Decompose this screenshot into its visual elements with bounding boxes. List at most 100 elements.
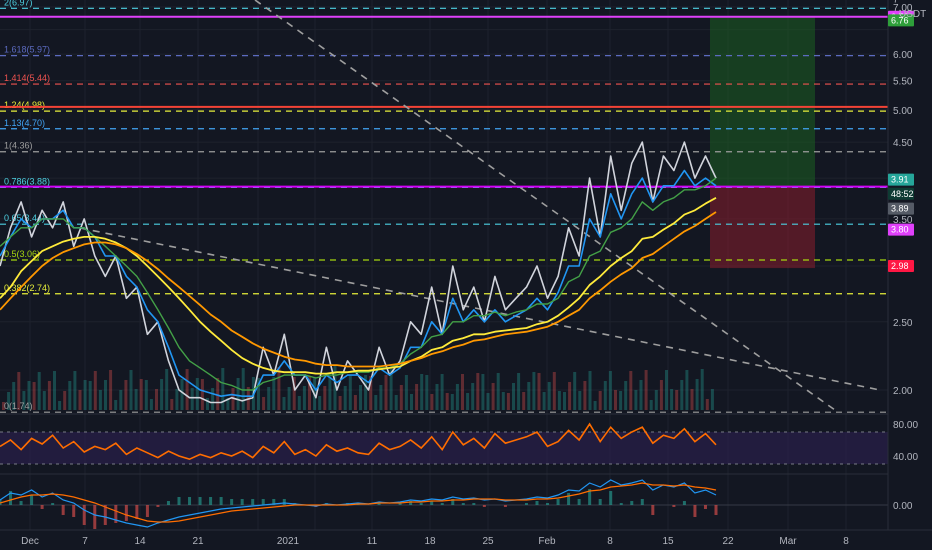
macd-histogram-bar xyxy=(693,505,697,517)
fib-level-label: 0(1.74) xyxy=(4,401,33,411)
y-tick-label: 4.50 xyxy=(893,138,913,149)
x-tick-label: Feb xyxy=(538,536,556,547)
volume-bar xyxy=(598,391,602,410)
volume-bar xyxy=(450,394,454,410)
volume-bar xyxy=(476,373,480,410)
macd-histogram-bar xyxy=(240,499,244,505)
volume-bar xyxy=(455,384,459,410)
volume-bar xyxy=(267,387,271,410)
volume-bar xyxy=(109,370,113,410)
volume-bar xyxy=(190,388,194,410)
y-tick-label: 2.00 xyxy=(893,386,913,397)
volume-bar xyxy=(262,397,266,410)
volume-bar xyxy=(63,391,67,410)
volume-bar xyxy=(659,380,663,410)
volume-bar xyxy=(119,390,123,410)
x-tick-label: 7 xyxy=(82,536,88,547)
macd-histogram-bar xyxy=(682,501,686,505)
price-chart[interactable]: 2.24(7.80)2(6.97)1.618(5.97)1.414(5.44)1… xyxy=(0,0,932,550)
volume-bar xyxy=(374,395,378,410)
volume-bar xyxy=(563,392,566,410)
fib-level-label: 1(4.36) xyxy=(4,141,33,151)
macd-histogram-bar xyxy=(282,499,286,505)
volume-bar xyxy=(236,378,240,410)
volume-bar xyxy=(619,391,623,410)
volume-bar xyxy=(98,390,102,410)
volume-bar xyxy=(557,391,561,410)
volume-bar xyxy=(654,390,658,410)
volume-bar xyxy=(461,374,464,410)
macd-histogram-bar xyxy=(40,505,44,509)
macd-histogram-bar xyxy=(156,505,160,507)
x-tick-label: Dec xyxy=(21,536,39,547)
volume-bar xyxy=(583,381,587,410)
macd-histogram-bar xyxy=(482,505,486,507)
volume-bar xyxy=(537,373,541,410)
macd-histogram-bar xyxy=(651,505,655,515)
volume-bar xyxy=(343,386,347,410)
price-badge-label: 3.89 xyxy=(891,204,909,214)
macd-histogram-bar xyxy=(188,497,192,505)
volume-bar xyxy=(323,386,327,410)
volume-bar xyxy=(710,389,714,410)
macd-histogram-bar xyxy=(609,491,613,505)
volume-bar xyxy=(53,371,56,410)
y-tick-label: 5.50 xyxy=(893,77,913,88)
volume-bar xyxy=(47,381,51,410)
volume-bar xyxy=(399,385,403,410)
currency-label[interactable]: USDT xyxy=(899,9,926,20)
x-tick-label: 25 xyxy=(482,536,494,547)
volume-bar xyxy=(496,373,500,410)
volume-bar xyxy=(277,367,281,410)
volume-bar xyxy=(338,396,342,410)
volume-bar xyxy=(297,396,301,410)
volume-bar xyxy=(165,369,169,410)
volume-bar xyxy=(149,399,153,410)
macd-histogram-bar xyxy=(198,497,202,505)
x-tick-label: 14 xyxy=(134,536,146,547)
volume-bar xyxy=(700,369,704,410)
macd-histogram-bar xyxy=(261,499,265,505)
macd-histogram-bar xyxy=(640,499,644,505)
rsi-tick-label: 80.00 xyxy=(893,420,918,431)
volume-bar xyxy=(282,397,286,410)
volume-bar xyxy=(573,372,577,410)
volume-bar xyxy=(180,379,184,410)
macd-histogram-bar xyxy=(503,505,507,507)
macd-histogram-bar xyxy=(619,503,623,505)
macd-histogram-bar xyxy=(51,503,55,505)
macd-histogram-bar xyxy=(703,505,707,509)
volume-bar xyxy=(216,378,220,410)
volume-bar xyxy=(420,374,424,410)
volume-bar xyxy=(160,379,164,410)
volume-bar xyxy=(588,371,592,410)
macd-histogram-bar xyxy=(440,503,444,505)
volume-bar xyxy=(175,389,179,410)
volume-bar xyxy=(328,376,332,410)
volume-bar xyxy=(272,377,276,410)
volume-bar xyxy=(241,368,245,410)
volume-bar xyxy=(644,370,648,410)
volume-bar xyxy=(211,388,215,410)
volume-bar xyxy=(404,375,408,410)
macd-histogram-bar xyxy=(145,505,149,517)
volume-bar xyxy=(221,368,225,410)
volume-bar xyxy=(415,384,419,410)
macd-histogram-bar xyxy=(524,503,528,505)
macd-histogram-bar xyxy=(124,505,128,521)
macd-histogram-bar xyxy=(230,499,234,505)
volume-bar xyxy=(144,380,148,410)
x-tick-label: 11 xyxy=(367,536,378,547)
fib-level-label: 1.24(4.98) xyxy=(4,100,45,110)
price-badge-label: 48:52 xyxy=(891,189,914,199)
macd-histogram-bar xyxy=(567,493,571,505)
y-tick-label: 2.50 xyxy=(893,318,913,329)
macd-histogram-bar xyxy=(461,503,465,505)
position-loss-zone xyxy=(710,186,815,269)
long-position-tool[interactable] xyxy=(710,16,815,269)
volume-bar xyxy=(42,391,46,410)
macd-histogram-bar xyxy=(546,503,550,505)
macd-histogram-bar xyxy=(251,499,255,505)
volume-bar xyxy=(195,378,199,410)
volume-bar xyxy=(435,384,439,410)
